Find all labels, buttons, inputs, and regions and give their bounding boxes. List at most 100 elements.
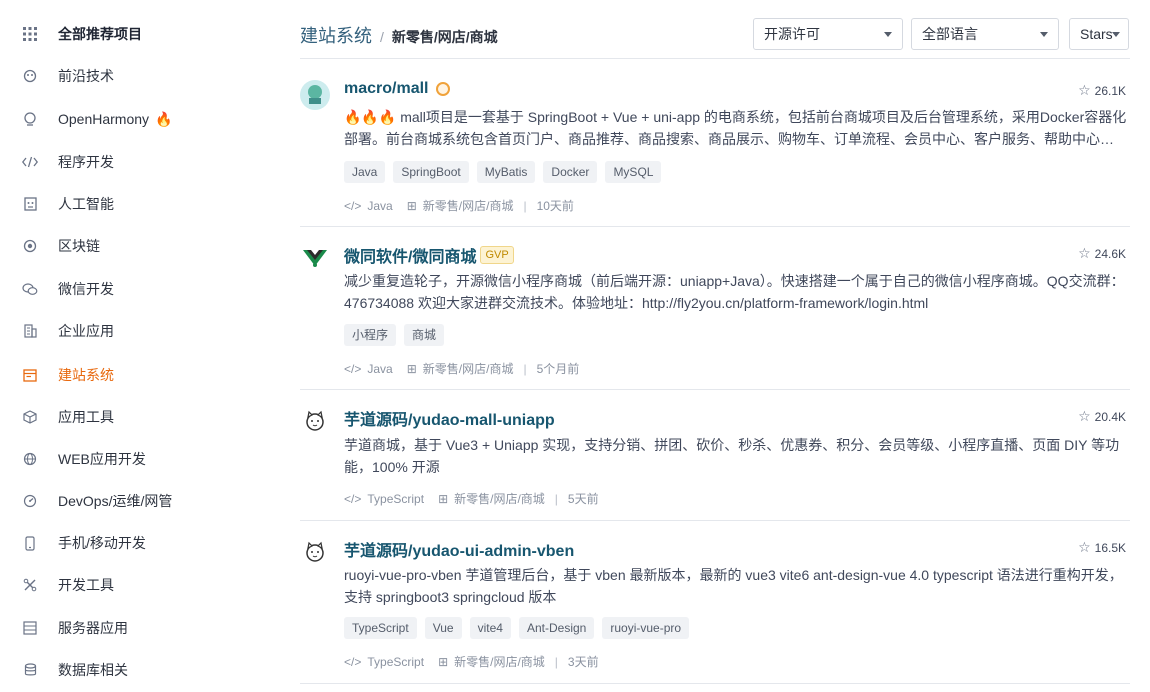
tag[interactable]: ruoyi-vue-pro — [602, 617, 690, 639]
project-updated: 10天前 — [536, 199, 574, 213]
star-count[interactable]: ☆ 26.1K — [1078, 82, 1126, 99]
frontier-icon — [22, 68, 38, 84]
sidebar-item-enterprise[interactable]: 企业应用 — [0, 311, 250, 351]
star-value: 20.4K — [1094, 409, 1126, 424]
tag[interactable]: MySQL — [605, 161, 662, 183]
sidebar-item-label: 微信开发 — [58, 281, 114, 297]
project-card: macro/mall ☆ 26.1K 🔥🔥🔥 mall项目是一套基于 Sprin… — [300, 80, 1130, 230]
project-title-link[interactable]: 微同软件/微同商城 GVP — [344, 243, 514, 267]
building-icon — [22, 323, 38, 339]
project-title: macro/mall — [344, 80, 429, 97]
sidebar-item-openharmony[interactable]: OpenHarmony 🔥 — [0, 99, 250, 139]
meta-divider: | — [523, 198, 527, 213]
sort-select[interactable]: Stars — [1069, 18, 1129, 50]
robot-icon — [22, 196, 38, 212]
card-divider — [300, 389, 1130, 390]
tag[interactable]: Ant-Design — [518, 617, 595, 639]
tag[interactable]: 商城 — [404, 324, 445, 346]
star-count[interactable]: ☆ 16.5K — [1078, 539, 1126, 556]
sidebar-item-website[interactable]: 建站系统 — [0, 355, 250, 395]
license-filter-select[interactable]: 开源许可 — [753, 18, 903, 50]
project-avatar[interactable] — [300, 537, 330, 567]
project-title-link[interactable]: 芋道源码/yudao-ui-admin-vben — [344, 537, 574, 561]
tag[interactable]: TypeScript — [344, 617, 417, 639]
globe-icon — [22, 451, 38, 467]
tag[interactable]: Docker — [543, 161, 598, 183]
project-avatar[interactable] — [300, 406, 330, 436]
breadcrumb-root-link[interactable]: 建站系统 — [300, 22, 372, 48]
breadcrumb-separator: / — [380, 29, 384, 45]
sidebar-item-tools[interactable]: 应用工具 — [0, 397, 250, 437]
sidebar-item-label: 应用工具 — [58, 409, 114, 425]
cube-icon — [22, 409, 38, 425]
project-card: 芋道源码/yudao-ui-admin-vben ☆ 16.5K ruoyi-v… — [300, 537, 1130, 687]
tag-list: TypeScript Vue vite4 Ant-Design ruoyi-vu… — [344, 617, 690, 639]
project-meta: </> TypeScript ⊞ 新零售/网店/商城 | 5天前 — [344, 490, 599, 507]
project-avatar[interactable] — [300, 80, 330, 110]
caret-down-icon — [1040, 32, 1048, 37]
sidebar-item-all[interactable]: 全部推荐项目 — [0, 14, 250, 54]
phone-icon — [22, 535, 38, 551]
breadcrumb: 建站系统 / 新零售/网店/商城 — [300, 22, 498, 48]
star-icon: ☆ — [1078, 245, 1091, 261]
card-divider — [300, 683, 1130, 684]
grid-icon: ⊞ — [438, 491, 449, 506]
sidebar-item-label: 人工智能 — [58, 196, 114, 212]
sidebar-item-label: OpenHarmony 🔥 — [58, 111, 172, 128]
meta-divider: | — [523, 361, 527, 376]
project-category[interactable]: 新零售/网店/商城 — [423, 197, 514, 214]
sidebar-item-devops[interactable]: DevOps/运维/网管 — [0, 481, 250, 521]
grid-icon — [22, 26, 38, 42]
database-icon — [22, 662, 38, 678]
project-title-link[interactable]: 芋道源码/yudao-mall-uniapp — [344, 406, 555, 430]
sidebar-item-server[interactable]: 服务器应用 — [0, 608, 250, 648]
project-description: 芋道商城，基于 Vue3 + Uniapp 实现，支持分销、拼团、砍价、秒杀、优… — [344, 434, 1130, 478]
header-divider — [300, 58, 1130, 59]
yudao-logo-icon — [306, 541, 324, 562]
tag[interactable]: vite4 — [469, 617, 511, 639]
project-category[interactable]: 新零售/网店/商城 — [454, 653, 545, 670]
language-filter-select[interactable]: 全部语言 — [911, 18, 1059, 50]
wechat-icon — [22, 281, 38, 297]
sidebar-item-label: 建站系统 — [58, 367, 114, 383]
sidebar-item-frontier[interactable]: 前沿技术 — [0, 56, 250, 96]
tag[interactable]: SpringBoot — [393, 161, 469, 183]
star-count[interactable]: ☆ 20.4K — [1078, 408, 1126, 425]
project-language[interactable]: TypeScript — [367, 492, 424, 506]
sidebar-item-label: 数据库相关 — [58, 662, 128, 678]
project-avatar[interactable] — [300, 243, 330, 273]
description-text: ruoyi-vue-pro-vben 芋道管理后台，基于 vben 最新版本，最… — [344, 567, 1123, 605]
project-updated: 3天前 — [567, 655, 599, 669]
sidebar-item-programming[interactable]: 程序开发 — [0, 142, 250, 182]
caret-down-icon — [884, 32, 892, 37]
description-text: mall项目是一套基于 SpringBoot + Vue + uni-app 的… — [344, 109, 1127, 147]
star-count[interactable]: ☆ 24.6K — [1078, 245, 1126, 262]
code-icon: </> — [344, 491, 362, 506]
sidebar-item-wechat[interactable]: 微信开发 — [0, 269, 250, 309]
sidebar-item-mobile[interactable]: 手机/移动开发 — [0, 523, 250, 563]
card-divider — [300, 226, 1130, 227]
sidebar-item-label: WEB应用开发 — [58, 451, 146, 467]
sidebar-item-blockchain[interactable]: 区块链 — [0, 226, 250, 266]
sidebar-item-devtools[interactable]: 开发工具 — [0, 565, 250, 605]
sidebar-item-ai[interactable]: 人工智能 — [0, 184, 250, 224]
sidebar-item-web[interactable]: WEB应用开发 — [0, 439, 250, 479]
project-language[interactable]: Java — [367, 199, 392, 213]
project-language[interactable]: Java — [367, 362, 392, 376]
caret-down-icon — [1112, 32, 1120, 37]
project-card: 微同软件/微同商城 GVP ☆ 24.6K 减少重复造轮子，开源微信小程序商城（… — [300, 243, 1130, 393]
sidebar: 全部推荐项目 前沿技术 OpenHarmony 🔥 程序开发 人工智能 区块链 — [0, 0, 270, 692]
tag[interactable]: 小程序 — [344, 324, 397, 346]
project-category[interactable]: 新零售/网店/商城 — [423, 360, 514, 377]
project-title-link[interactable]: macro/mall — [344, 80, 451, 98]
project-description: ruoyi-vue-pro-vben 芋道管理后台，基于 vben 最新版本，最… — [344, 564, 1130, 608]
project-category[interactable]: 新零售/网店/商城 — [454, 490, 545, 507]
sidebar-item-label: 企业应用 — [58, 323, 114, 339]
weitong-logo-icon — [303, 250, 327, 267]
tag[interactable]: Vue — [424, 617, 462, 639]
tag[interactable]: MyBatis — [476, 161, 536, 183]
sidebar-item-text: OpenHarmony — [58, 110, 150, 127]
project-language[interactable]: TypeScript — [367, 655, 424, 669]
sidebar-item-database[interactable]: 数据库相关 — [0, 650, 250, 690]
tag[interactable]: Java — [344, 161, 386, 183]
